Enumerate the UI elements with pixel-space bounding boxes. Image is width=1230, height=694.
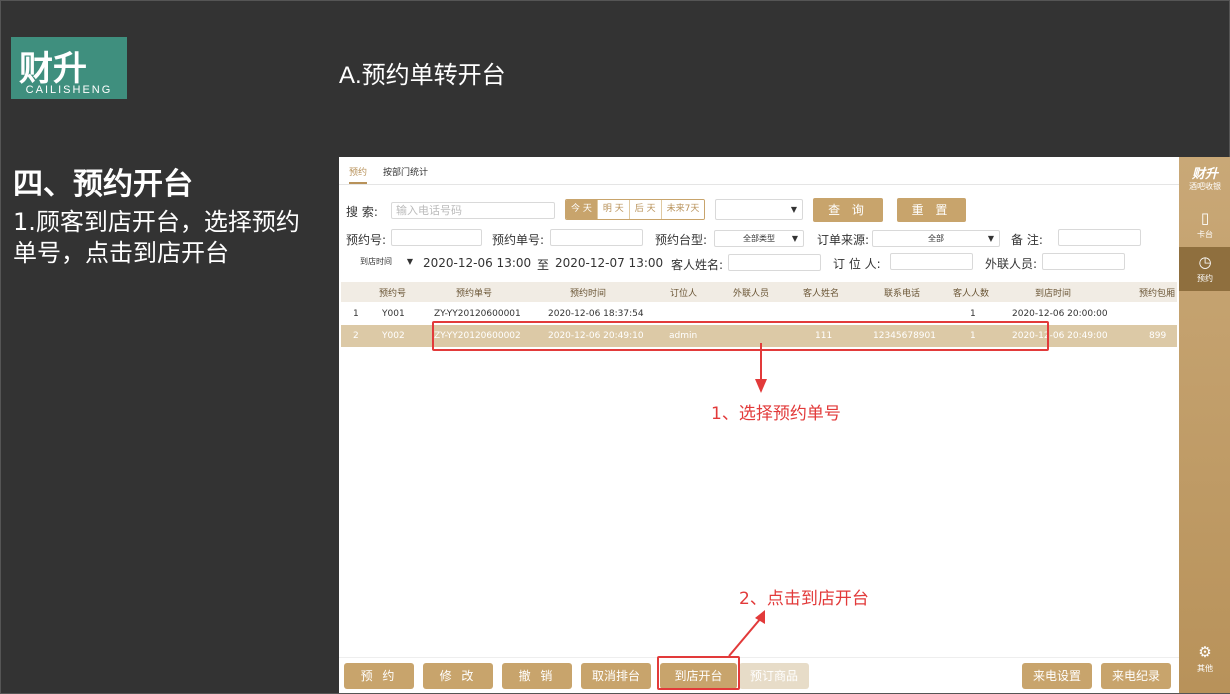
guest-name-input[interactable] bbox=[728, 254, 821, 271]
col-booking-order: 预约单号 bbox=[456, 289, 493, 299]
cell-booking-no: Y002 bbox=[382, 331, 405, 341]
chevron-down-icon: ▼ bbox=[406, 257, 413, 266]
table-type-select[interactable]: 全部类型 ▼ bbox=[714, 230, 804, 247]
sidebar-item-other[interactable]: ⚙ 其他 bbox=[1179, 643, 1230, 674]
arrow-up-right-icon bbox=[728, 610, 765, 657]
contact-staff-input[interactable] bbox=[1042, 253, 1125, 270]
arrow-down-icon bbox=[755, 343, 767, 393]
cancel-arrange-button[interactable]: 取消排台 bbox=[581, 663, 651, 689]
clock-icon: ◷ bbox=[1198, 253, 1212, 271]
logo-sub-text: CAILISHENG bbox=[25, 84, 113, 96]
order-source-select[interactable]: 全部 ▼ bbox=[872, 230, 1000, 247]
sidebar-item-booking[interactable]: ◷ 预约 bbox=[1179, 247, 1230, 291]
selection-highlight-box bbox=[432, 321, 1049, 351]
col-booked-room: 预约包厢 bbox=[1139, 289, 1176, 299]
quick-tomorrow[interactable]: 明 天 bbox=[597, 200, 630, 219]
booking-order-label: 预约单号: bbox=[492, 233, 545, 247]
time-type-value: 到店时间 bbox=[360, 257, 392, 266]
cell-booking-no: Y001 bbox=[382, 309, 405, 319]
cell-booked-room: 899 bbox=[1149, 331, 1167, 341]
search-input[interactable]: 输入电话号码 bbox=[391, 202, 555, 219]
sidebar-item-label: 其他 bbox=[1197, 664, 1213, 673]
booker-input[interactable] bbox=[890, 253, 973, 270]
col-guest-count: 客人人数 bbox=[953, 289, 990, 299]
logo-brand-text: 财升 bbox=[19, 49, 87, 89]
sidebar-brand-sub: 酒吧收银 bbox=[1189, 182, 1221, 191]
order-source-label: 订单来源: bbox=[817, 233, 870, 247]
date-to[interactable]: 2020-12-07 13:00 bbox=[555, 256, 663, 270]
search-label: 搜 索: bbox=[346, 205, 378, 219]
col-phone: 联系电话 bbox=[884, 289, 921, 299]
cell-guest-count: 1 bbox=[970, 309, 976, 319]
book-button[interactable]: 预 约 bbox=[344, 663, 414, 689]
right-sidebar: 财升 酒吧收银 ▯ 卡台 ◷ 预约 ⚙ 其他 bbox=[1179, 157, 1230, 693]
col-arrival-time: 到店时间 bbox=[1035, 289, 1072, 299]
tab-booking[interactable]: 预约 bbox=[349, 165, 368, 184]
cell-booking-time: 2020-12-06 18:37:54 bbox=[548, 309, 644, 319]
door-icon: ▯ bbox=[1200, 209, 1210, 227]
table-type-value: 全部类型 bbox=[743, 234, 775, 243]
col-guest-name: 客人姓名 bbox=[803, 289, 840, 299]
search-dropdown[interactable]: ▼ bbox=[715, 199, 803, 220]
cell-arrival-time: 2020-12-06 20:00:00 bbox=[1012, 309, 1108, 319]
annotation-step-2: 2、点击到店开台 bbox=[739, 589, 869, 609]
date-from[interactable]: 2020-12-06 13:00 bbox=[423, 256, 531, 270]
cell-index: 1 bbox=[353, 309, 359, 319]
tab-bar: 预约 按部门统计 bbox=[339, 157, 1179, 185]
query-button[interactable]: 查 询 bbox=[813, 198, 883, 222]
slide: 财升 CAILISHENG A.预约单转开台 四、预约开台 1.顾客到店开台，选… bbox=[0, 0, 1230, 694]
quick-today[interactable]: 今 天 bbox=[566, 200, 598, 219]
tab-department-stats[interactable]: 按部门统计 bbox=[383, 165, 428, 178]
app-window: 预约 按部门统计 搜 索: 输入电话号码 今 天 明 天 后 天 未来7天 ▼ … bbox=[339, 157, 1230, 693]
brand-logo: 财升 CAILISHENG bbox=[11, 37, 127, 99]
gear-icon: ⚙ bbox=[1198, 643, 1212, 661]
booking-no-label: 预约号: bbox=[346, 233, 387, 247]
guest-name-label: 客人姓名: bbox=[671, 258, 724, 272]
call-records-button[interactable]: 来电纪录 bbox=[1101, 663, 1171, 689]
sidebar-item-label: 预约 bbox=[1197, 274, 1213, 283]
chevron-down-icon: ▼ bbox=[790, 205, 797, 214]
chevron-down-icon: ▼ bbox=[987, 234, 994, 243]
reset-button[interactable]: 重 置 bbox=[897, 198, 966, 222]
sidebar-brand: 财升 bbox=[1191, 167, 1218, 182]
col-booking-no: 预约号 bbox=[379, 289, 407, 299]
remark-label: 备 注: bbox=[1011, 233, 1043, 247]
annotation-step-1: 1、选择预约单号 bbox=[711, 404, 841, 424]
revoke-button[interactable]: 撤 销 bbox=[502, 663, 572, 689]
sidebar-item-label: 卡台 bbox=[1197, 230, 1213, 239]
cell-index: 2 bbox=[353, 331, 359, 341]
order-source-value: 全部 bbox=[928, 234, 944, 243]
col-contact-staff: 外联人员 bbox=[733, 289, 770, 299]
call-settings-button[interactable]: 来电设置 bbox=[1022, 663, 1092, 689]
date-to-separator: 至 bbox=[537, 258, 550, 272]
remark-input[interactable] bbox=[1058, 229, 1141, 246]
section-title: 四、预约开台 bbox=[13, 167, 193, 202]
quick-next-7-days[interactable]: 未来7天 bbox=[661, 200, 705, 219]
col-booking-time: 预约时间 bbox=[570, 289, 607, 299]
booker-label: 订 位 人: bbox=[833, 257, 881, 271]
table-header: 预约号 预约单号 预约时间 订位人 外联人员 客人姓名 联系电话 客人人数 到店… bbox=[341, 282, 1177, 302]
cell-booking-order: ZY-YY20120600001 bbox=[434, 309, 521, 319]
edit-button[interactable]: 修 改 bbox=[423, 663, 493, 689]
slide-heading: A.预约单转开台 bbox=[339, 62, 506, 89]
prebook-goods-button[interactable]: 预订商品 bbox=[739, 663, 809, 689]
table-type-label: 预约台型: bbox=[655, 233, 708, 247]
chevron-down-icon: ▼ bbox=[791, 234, 798, 243]
quick-date-selector: 今 天 明 天 后 天 未来7天 bbox=[565, 199, 706, 220]
section-description: 1.顾客到店开台，选择预约单号，点击到店开台 bbox=[13, 208, 300, 267]
sidebar-item-card-table[interactable]: ▯ 卡台 bbox=[1179, 203, 1230, 247]
booking-order-input[interactable] bbox=[550, 229, 643, 246]
booking-no-input[interactable] bbox=[391, 229, 482, 246]
contact-staff-label: 外联人员: bbox=[985, 257, 1038, 271]
open-table-highlight-box bbox=[657, 656, 740, 690]
quick-day-after[interactable]: 后 天 bbox=[629, 200, 662, 219]
col-booker: 订位人 bbox=[670, 289, 698, 299]
time-type-select[interactable]: 到店时间 ▼ bbox=[346, 254, 418, 271]
